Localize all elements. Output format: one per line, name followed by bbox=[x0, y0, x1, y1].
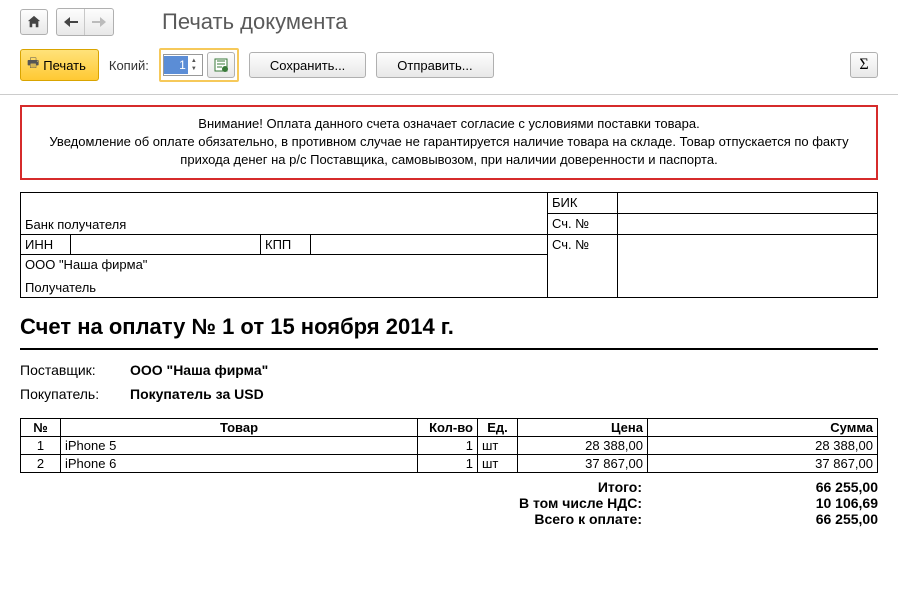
cell-price: 28 388,00 bbox=[518, 436, 648, 454]
bank-recipient-label: Банк получателя bbox=[25, 217, 543, 232]
send-button[interactable]: Отправить... bbox=[376, 52, 493, 78]
print-button[interactable]: Печать bbox=[20, 49, 99, 81]
table-row: 1 iPhone 5 1 шт 28 388,00 28 388,00 bbox=[21, 436, 878, 454]
total-value: 66 255,00 bbox=[648, 479, 878, 495]
col-product: Товар bbox=[61, 418, 418, 436]
table-row: 2 iPhone 6 1 шт 37 867,00 37 867,00 bbox=[21, 454, 878, 472]
total-label: Итого: bbox=[20, 479, 648, 495]
print-button-label: Печать bbox=[43, 58, 86, 73]
cell-unit: шт bbox=[478, 436, 518, 454]
bik-value-cell bbox=[618, 192, 878, 213]
supplier-label: Поставщик: bbox=[20, 362, 130, 378]
save-button[interactable]: Сохранить... bbox=[249, 52, 366, 78]
title-underline bbox=[20, 348, 878, 350]
copies-input[interactable] bbox=[164, 56, 188, 74]
spinner-up[interactable]: ▲ bbox=[188, 57, 200, 65]
printer-icon bbox=[27, 54, 39, 76]
back-button[interactable] bbox=[57, 9, 85, 35]
inn-value-cell bbox=[71, 234, 261, 254]
spinner-down[interactable]: ▼ bbox=[188, 65, 200, 73]
cell-sum: 37 867,00 bbox=[648, 454, 878, 472]
col-sum: Сумма bbox=[648, 418, 878, 436]
cell-price: 37 867,00 bbox=[518, 454, 648, 472]
payee-acc-label-cell: Сч. № bbox=[548, 234, 618, 297]
bik-label-cell: БИК bbox=[548, 192, 618, 213]
cell-qty: 1 bbox=[418, 436, 478, 454]
bank-recipient-cell: Банк получателя bbox=[21, 192, 548, 234]
copies-spinner-wrap: ▲ ▼ bbox=[159, 48, 239, 82]
col-price: Цена bbox=[518, 418, 648, 436]
kpp-label-cell: КПП bbox=[261, 234, 311, 254]
items-table: № Товар Кол-во Ед. Цена Сумма 1 iPhone 5… bbox=[20, 418, 878, 473]
vat-label: В том числе НДС: bbox=[20, 495, 648, 511]
arrow-left-icon bbox=[64, 17, 78, 27]
home-icon bbox=[27, 15, 41, 29]
cell-sum: 28 388,00 bbox=[648, 436, 878, 454]
nav-group bbox=[56, 8, 114, 36]
spinner-arrows: ▲ ▼ bbox=[188, 57, 200, 73]
bank-acc-value-cell bbox=[618, 213, 878, 234]
cell-num: 1 bbox=[21, 436, 61, 454]
warning-line-1: Внимание! Оплата данного счета означает … bbox=[36, 115, 862, 133]
grand-label: Всего к оплате: bbox=[20, 511, 648, 527]
payee-acc-value-cell bbox=[618, 234, 878, 297]
supplier-row: Поставщик: ООО "Наша фирма" bbox=[20, 362, 878, 378]
bank-acc-label-cell: Сч. № bbox=[548, 213, 618, 234]
supplier-value: ООО "Наша фирма" bbox=[130, 362, 268, 378]
cell-unit: шт bbox=[478, 454, 518, 472]
company-name: ООО "Наша фирма" bbox=[25, 257, 543, 272]
forward-button[interactable] bbox=[85, 9, 113, 35]
col-num: № bbox=[21, 418, 61, 436]
top-bar: Печать документа bbox=[0, 0, 898, 36]
arrow-right-icon bbox=[92, 17, 106, 27]
copies-label: Копий: bbox=[109, 58, 149, 73]
col-unit: Ед. bbox=[478, 418, 518, 436]
buyer-label: Покупатель: bbox=[20, 386, 130, 402]
home-button[interactable] bbox=[20, 9, 48, 35]
cell-product: iPhone 5 bbox=[61, 436, 418, 454]
buyer-value: Покупатель за USD bbox=[130, 386, 264, 402]
buyer-row: Покупатель: Покупатель за USD bbox=[20, 386, 878, 402]
bank-details-table: Банк получателя БИК Сч. № ИНН КПП Сч. № … bbox=[20, 192, 878, 298]
items-header-row: № Товар Кол-во Ед. Цена Сумма bbox=[21, 418, 878, 436]
cell-qty: 1 bbox=[418, 454, 478, 472]
cell-num: 2 bbox=[21, 454, 61, 472]
recipient-label: Получатель bbox=[25, 280, 543, 295]
cell-product: iPhone 6 bbox=[61, 454, 418, 472]
totals-block: Итого: 66 255,00 В том числе НДС: 10 106… bbox=[20, 479, 878, 527]
col-qty: Кол-во bbox=[418, 418, 478, 436]
kpp-value-cell bbox=[311, 234, 548, 254]
recipient-cell: ООО "Наша фирма" Получатель bbox=[21, 254, 548, 297]
sigma-button[interactable]: Σ bbox=[850, 52, 878, 78]
page-title: Печать документа bbox=[162, 9, 347, 35]
warning-box: Внимание! Оплата данного счета означает … bbox=[20, 105, 878, 180]
parties-block: Поставщик: ООО "Наша фирма" Покупатель: … bbox=[20, 362, 878, 402]
document-title: Счет на оплату № 1 от 15 ноября 2014 г. bbox=[20, 314, 878, 340]
warning-line-2: Уведомление об оплате обязательно, в про… bbox=[36, 133, 862, 169]
template-icon bbox=[214, 58, 228, 72]
totals-row-vat: В том числе НДС: 10 106,69 bbox=[20, 495, 878, 511]
toolbar: Печать Копий: ▲ ▼ Сохранить... Отправить… bbox=[0, 36, 898, 95]
copies-spinner[interactable]: ▲ ▼ bbox=[163, 54, 203, 76]
sigma-icon: Σ bbox=[859, 56, 868, 74]
totals-row-grand: Всего к оплате: 66 255,00 bbox=[20, 511, 878, 527]
grand-value: 66 255,00 bbox=[648, 511, 878, 527]
inn-label-cell: ИНН bbox=[21, 234, 71, 254]
totals-row-total: Итого: 66 255,00 bbox=[20, 479, 878, 495]
vat-value: 10 106,69 bbox=[648, 495, 878, 511]
template-button[interactable] bbox=[207, 52, 235, 78]
document-area: Внимание! Оплата данного счета означает … bbox=[0, 95, 898, 537]
